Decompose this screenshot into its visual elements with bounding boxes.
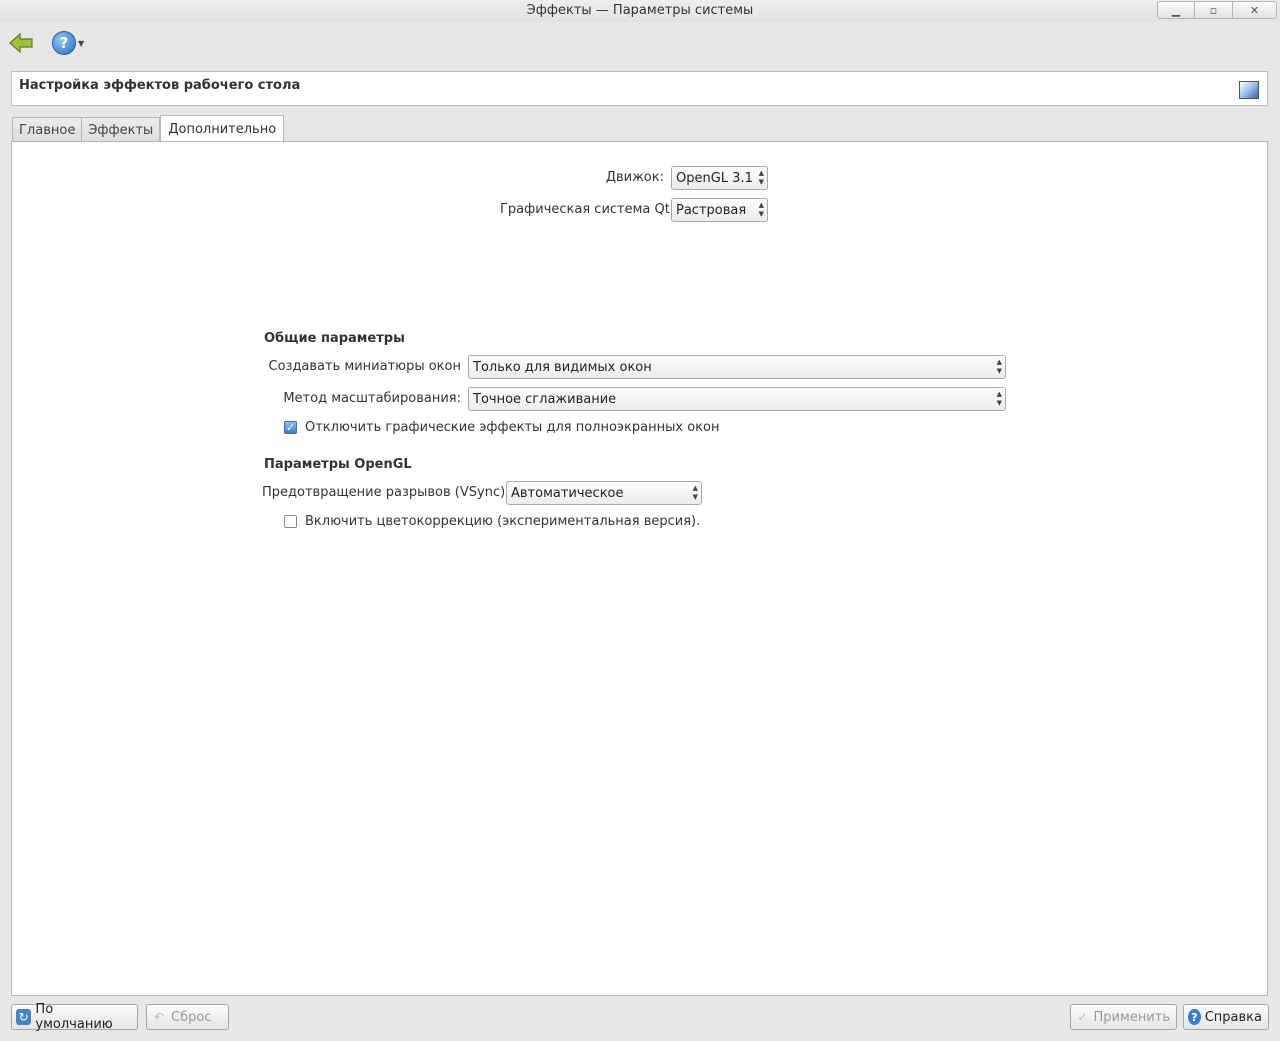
spin-arrows-icon: ▲ ▼ xyxy=(692,484,698,501)
back-button[interactable] xyxy=(8,30,34,56)
refresh-icon: ↻ xyxy=(16,1009,32,1025)
thumbnails-value: Только для видимых окон xyxy=(473,359,652,375)
vsync-select[interactable]: Автоматическое ▲ ▼ xyxy=(506,481,702,505)
toolbar: ? ▼ xyxy=(0,22,1280,64)
reset-button[interactable]: ↶ Сброс xyxy=(146,1004,229,1030)
checkmark-icon: ✓ xyxy=(1077,1010,1088,1024)
apply-button[interactable]: ✓ Применить xyxy=(1070,1004,1177,1030)
check-icon: ✓ xyxy=(285,421,296,434)
minimize-icon: ▁ xyxy=(1171,3,1181,17)
help-button[interactable]: ? Справка xyxy=(1183,1004,1269,1030)
scale-method-select[interactable]: Точное сглаживание ▲ ▼ xyxy=(468,387,1006,411)
general-heading: Общие параметры xyxy=(264,331,405,346)
color-correction-label[interactable]: Включить цветокоррекцию (экспериментальн… xyxy=(305,514,700,529)
defaults-button-label: По умолчанию xyxy=(35,1002,113,1032)
close-button[interactable]: ✕ xyxy=(1233,1,1277,19)
disable-fullscreen-label[interactable]: Отключить графические эффекты для полноэ… xyxy=(305,420,719,435)
maximize-icon: ▫ xyxy=(1209,3,1218,17)
back-arrow-icon xyxy=(9,32,33,54)
spin-arrows-icon: ▲ ▼ xyxy=(996,358,1002,375)
help-icon: ? xyxy=(52,31,76,55)
engine-value: OpenGL 3.1 xyxy=(676,170,753,186)
tab-advanced[interactable]: Дополнительно xyxy=(160,115,285,142)
vsync-label: Предотвращение разрывов (VSync) xyxy=(262,485,506,500)
spin-arrows-icon: ▲ ▼ xyxy=(758,169,764,186)
vsync-value: Автоматическое xyxy=(511,485,624,501)
page-title: Настройка эффектов рабочего стола xyxy=(19,78,301,93)
engine-label: Движок: xyxy=(605,170,664,185)
chevron-down-icon: ▼ xyxy=(78,38,85,48)
apply-button-label: Применить xyxy=(1093,1009,1170,1025)
defaults-button[interactable]: ↻ По умолчанию xyxy=(11,1002,138,1032)
tab-effects[interactable]: Эффекты xyxy=(82,117,161,142)
help-button-label: Справка xyxy=(1204,1009,1262,1025)
window-controls: ▁ ▫ ✕ xyxy=(1157,1,1277,19)
help-menu-button[interactable]: ? ▼ xyxy=(52,30,86,56)
color-correction-checkbox[interactable] xyxy=(284,515,297,528)
reset-button-label: Сброс xyxy=(171,1009,212,1025)
undo-icon: ↶ xyxy=(153,1010,165,1024)
qt-graphics-value: Растровая xyxy=(676,202,747,218)
module-header: Настройка эффектов рабочего стола xyxy=(11,71,1268,106)
tab-bar: Главное Эффекты Дополнительно xyxy=(12,115,285,142)
qt-graphics-label: Графическая система Qt: xyxy=(500,202,675,217)
tab-general[interactable]: Главное xyxy=(12,117,83,142)
opengl-heading: Параметры OpenGL xyxy=(264,457,412,472)
spin-arrows-icon: ▲ ▼ xyxy=(758,201,764,218)
thumbnails-select[interactable]: Только для видимых окон ▲ ▼ xyxy=(468,355,1006,379)
scale-method-value: Точное сглаживание xyxy=(473,391,617,407)
spin-arrows-icon: ▲ ▼ xyxy=(996,390,1002,407)
engine-select[interactable]: OpenGL 3.1 ▲ ▼ xyxy=(671,166,768,190)
thumbnails-label: Создавать миниатюры окон xyxy=(268,359,462,374)
scale-method-label: Метод масштабирования: xyxy=(283,391,461,406)
advanced-panel xyxy=(11,141,1268,996)
close-icon: ✕ xyxy=(1249,3,1260,17)
help-icon: ? xyxy=(1188,1009,1201,1025)
minimize-button[interactable]: ▁ xyxy=(1157,1,1195,19)
window-titlebar[interactable]: Эффекты — Параметры системы ▁ ▫ ✕ xyxy=(0,0,1280,22)
window-title: Эффекты — Параметры системы xyxy=(526,3,754,18)
qt-graphics-select[interactable]: Растровая ▲ ▼ xyxy=(671,198,768,222)
disable-fullscreen-checkbox[interactable]: ✓ xyxy=(284,421,297,434)
desktop-effects-icon xyxy=(1239,81,1259,99)
maximize-button[interactable]: ▫ xyxy=(1195,1,1233,19)
